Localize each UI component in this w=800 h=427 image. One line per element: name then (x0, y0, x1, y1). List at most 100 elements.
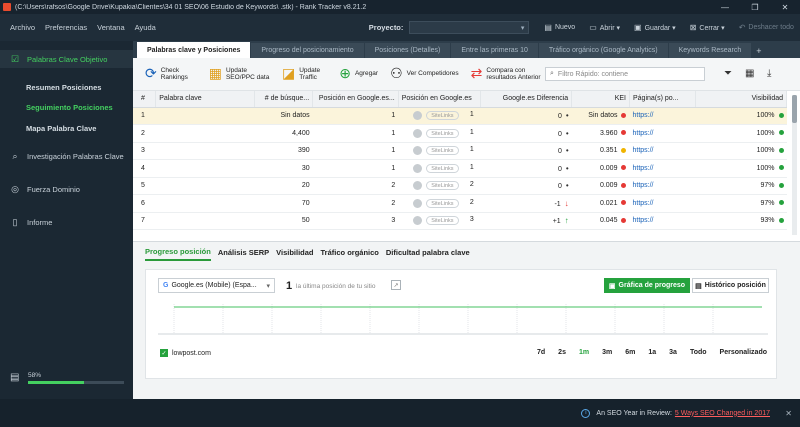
minimize-button[interactable]: — (710, 0, 740, 14)
position-history-button[interactable]: ▤ Histórico posición (692, 278, 769, 293)
btab-organic[interactable]: Tráfico orgánico (321, 248, 379, 260)
table-row[interactable]: 1 Sin datos 1 SiteLinks 1 0 • Sin datos https://… (133, 107, 787, 125)
col-position-google[interactable]: Posición en Google.es (398, 91, 482, 108)
table-row[interactable]: 6 70 2 SiteLinks 2 -1 ↓ 0.021 https://97% (133, 194, 787, 213)
compare-button[interactable]: ⇄ Compara con resultados Anterior (471, 67, 545, 82)
range-7d[interactable]: 7d (537, 349, 545, 356)
range-1a[interactable]: 1a (648, 349, 656, 356)
engine-select[interactable]: G Google.es (Mobile) (Espa... ▾ (158, 278, 275, 293)
project-select[interactable]: ▾ (409, 21, 530, 34)
cell-page[interactable]: https:// (629, 107, 696, 125)
cell-page[interactable]: https:// (629, 124, 696, 143)
news-link[interactable]: 5 Ways SEO Changed in 2017 (675, 410, 770, 417)
page-link[interactable]: https:// (632, 165, 653, 172)
bottom-tab-bar: Progreso posición Análisis SERP Visibili… (133, 242, 800, 266)
range-2s[interactable]: 2s (558, 349, 566, 356)
menu-ayuda[interactable]: Ayuda (130, 23, 161, 32)
range-6m[interactable]: 6m (625, 349, 635, 356)
info-icon: i (581, 408, 591, 418)
external-link-icon[interactable]: ↗ (391, 280, 401, 290)
range-3a[interactable]: 3a (669, 349, 677, 356)
history-icon: ▤ (695, 282, 702, 290)
quick-filter-input[interactable]: ⌕ Filtro Rápido: contiene (545, 67, 705, 81)
cell-page[interactable]: https:// (629, 212, 696, 230)
btab-progress[interactable]: Progreso posición (145, 247, 211, 261)
checkbox-icon[interactable]: ✓ (160, 349, 168, 357)
col-difference[interactable]: Google.es Diferencia (480, 91, 573, 108)
difference-value: 0 (557, 183, 562, 191)
btab-visibility[interactable]: Visibilidad (276, 248, 313, 260)
cell-page[interactable]: https:// (629, 142, 696, 160)
progress-chart-button[interactable]: ▣ Gráfica de progreso (604, 278, 690, 293)
range-3m[interactable]: 3m (602, 349, 612, 356)
tab-top-10[interactable]: Entre las primeras 10 (451, 43, 538, 58)
cell-page[interactable]: https:// (629, 194, 696, 213)
tab-bar: Palabras clave y Posiciones Progreso del… (133, 41, 800, 58)
columns-icon[interactable]: ▦ (745, 68, 754, 79)
sidebar-item-domain-strength[interactable]: ◎ Fuerza Dominio (0, 180, 133, 198)
close-project-button[interactable]: ⊠ Cerrar ▾ (690, 23, 725, 32)
range-all[interactable]: Todo (690, 349, 707, 356)
cell-page[interactable]: https:// (629, 159, 696, 178)
sidebar-item-target-keywords[interactable]: ☑ Palabras Clave Objetivo (0, 50, 133, 68)
table-scrollbar[interactable] (792, 95, 797, 235)
col-searches[interactable]: # de búsque... (254, 91, 314, 108)
table-row[interactable]: 2 4,400 1 SiteLinks 1 0 • 3.960 https://100% (133, 124, 787, 143)
sidebar-item-report[interactable]: ▯ Informe (0, 213, 133, 231)
table-row[interactable]: 7 50 3 SiteLinks 3 +1 ↑ 0.045 https://93% (133, 212, 787, 230)
col-keyword[interactable]: Palabra clave (155, 91, 256, 108)
filter-icon[interactable]: ⏷ (724, 68, 732, 79)
cell-difference: -1 ↓ (480, 194, 572, 213)
page-link[interactable]: https:// (632, 217, 653, 224)
col-position[interactable]: Posición en Google.es... (312, 91, 399, 108)
close-window-button[interactable]: ✕ (770, 0, 800, 14)
save-button[interactable]: ▣ Guardar ▾ (634, 23, 676, 32)
tab-keywords-research[interactable]: Keywords Research (668, 43, 752, 58)
col-visibility[interactable]: Visibilidad (695, 91, 787, 108)
add-button[interactable]: ⊕ Agregar (339, 67, 378, 80)
tab-keywords-positions[interactable]: Palabras clave y Posiciones (137, 42, 251, 58)
sidebar-subitem-tracking[interactable]: Seguimiento Posiciones (26, 103, 113, 112)
tab-ranking-progress[interactable]: Progreso del posicionamiento (251, 43, 364, 58)
sidebar-item-label: Investigación Palabras Clave (27, 151, 124, 161)
menu-ventana[interactable]: Ventana (92, 23, 130, 32)
page-link[interactable]: https:// (632, 200, 653, 207)
page-link[interactable]: https:// (632, 112, 653, 119)
scrollbar-thumb[interactable] (792, 95, 797, 123)
task-icon[interactable]: ▤ (10, 372, 19, 383)
export-icon[interactable]: ⤓ (767, 68, 771, 79)
range-1m[interactable]: 1m (579, 349, 589, 356)
chart-legend[interactable]: ✓ lowpost.com (160, 349, 211, 357)
new-label: Nuevo (554, 24, 576, 31)
tab-organic-traffic[interactable]: Tráfico orgánico (Google Analytics) (538, 43, 668, 58)
undo-all-button[interactable]: ↶ Deshacer todo (739, 23, 794, 32)
add-tab-icon[interactable]: + (756, 43, 761, 58)
competitors-button[interactable]: ⚇ Ver Competidores (390, 67, 459, 80)
sidebar-subitem-summary[interactable]: Resumen Posiciones (26, 83, 101, 92)
table-row[interactable]: 4 30 1 SiteLinks 1 0 • 0.009 https://100% (133, 159, 787, 178)
menu-archivo[interactable]: Archivo (0, 23, 40, 32)
col-pages[interactable]: Página(s) po... (629, 91, 697, 108)
col-num[interactable]: # (133, 91, 157, 108)
table-row[interactable]: 3 390 1 SiteLinks 1 0 • 0.351 https://100% (133, 142, 787, 160)
maximize-button[interactable]: ❐ (740, 0, 770, 14)
tab-positions-details[interactable]: Posiciones (Detalles) (364, 43, 451, 58)
btab-serp[interactable]: Análisis SERP (218, 248, 269, 260)
new-button[interactable]: ▤ Nuevo (544, 23, 575, 32)
table-row[interactable]: 5 20 2 SiteLinks 2 0 • 0.009 https://97% (133, 177, 787, 195)
col-kei[interactable]: KEI (571, 91, 630, 108)
range-custom[interactable]: Personalizado (720, 349, 767, 356)
update-seo-button[interactable]: ▦ Update SEO/PPC data (209, 67, 270, 82)
menu-preferencias[interactable]: Preferencias (40, 23, 92, 32)
close-icon[interactable]: ✕ (785, 409, 792, 418)
check-rankings-button[interactable]: ⟳ Check Rankings (145, 67, 197, 82)
page-link[interactable]: https:// (632, 147, 653, 154)
cell-page[interactable]: https:// (629, 177, 696, 195)
sidebar-item-keyword-research[interactable]: ⌕ Investigación Palabras Clave (0, 147, 133, 165)
open-button[interactable]: ▭ Abrir ▾ (589, 23, 620, 32)
btab-difficulty[interactable]: Dificultad palabra clave (386, 248, 470, 260)
update-traffic-button[interactable]: ◪ Update Traffic (282, 67, 327, 82)
page-link[interactable]: https:// (632, 182, 653, 189)
sidebar-subitem-keyword-map[interactable]: Mapa Palabra Clave (26, 124, 96, 133)
page-link[interactable]: https:// (632, 130, 653, 137)
